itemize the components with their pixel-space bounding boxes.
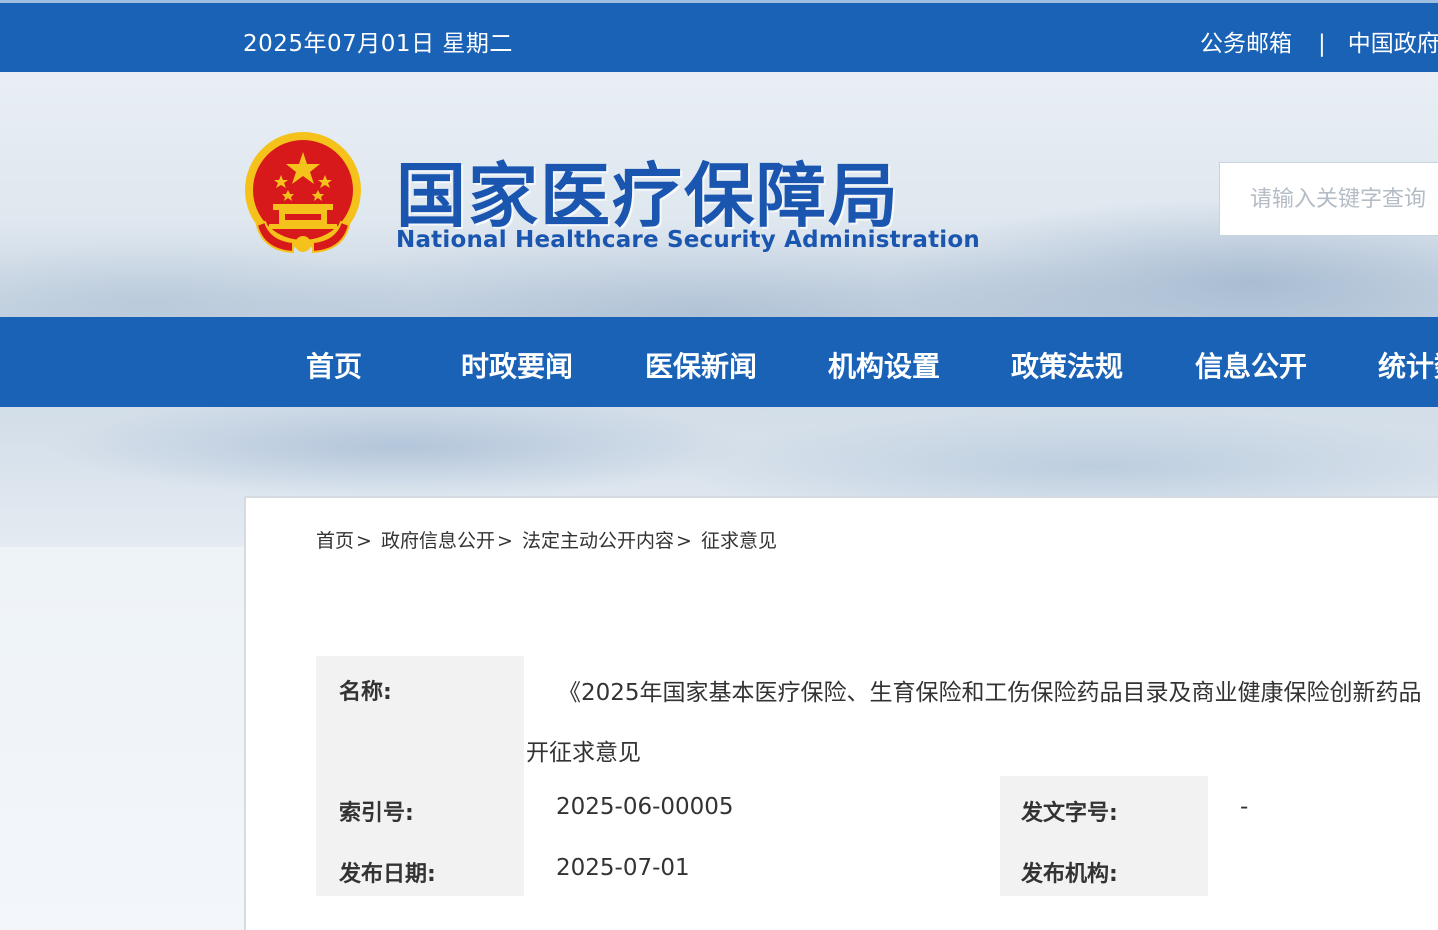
top-links: 公务邮箱 | 中国政府: [1200, 24, 1438, 58]
breadcrumb-separator: >: [497, 530, 513, 552]
site-header: 国家医疗保障局 National Healthcare Security Adm…: [0, 72, 1438, 317]
nav-item-organization[interactable]: 机构设置: [828, 345, 940, 385]
doc-number-value: -: [1240, 794, 1249, 820]
nav-item-info-disclosure[interactable]: 信息公开: [1195, 345, 1307, 385]
mail-link[interactable]: 公务邮箱: [1200, 31, 1292, 57]
name-value-line2: 开征求意见: [526, 740, 641, 766]
site-subtitle: National Healthcare Security Administrat…: [396, 227, 980, 253]
nav-item-insurance-news[interactable]: 医保新闻: [645, 345, 757, 385]
index-label: 索引号:: [339, 801, 414, 826]
index-value: 2025-06-00005: [556, 794, 734, 820]
search-input[interactable]: [1219, 162, 1438, 236]
breadcrumb-gov-info[interactable]: 政府信息公开: [381, 530, 495, 552]
gov-link[interactable]: 中国政府: [1348, 31, 1438, 57]
breadcrumb-separator: >: [356, 530, 372, 552]
breadcrumb: 首页 > 政府信息公开 > 法定主动公开内容 > 征求意见: [316, 526, 777, 553]
breadcrumb-separator: >: [675, 530, 692, 552]
nav-item-home[interactable]: 首页: [306, 345, 362, 385]
main-nav: 首页 时政要闻 医保新闻 机构设置 政策法规 信息公开 统计数: [0, 317, 1438, 407]
current-date: 2025年07月01日 星期二: [243, 31, 513, 57]
top-link-separator: |: [1318, 31, 1326, 57]
nav-item-policies[interactable]: 政策法规: [1011, 345, 1123, 385]
breadcrumb-home[interactable]: 首页: [316, 530, 354, 552]
publish-date-value: 2025-07-01: [556, 855, 690, 881]
publisher-label: 发布机构:: [1021, 862, 1118, 887]
name-label: 名称:: [339, 680, 392, 705]
doc-number-label: 发文字号:: [1021, 801, 1118, 826]
site-title: 国家医疗保障局: [396, 154, 900, 237]
name-value-line1: 《2025年国家基本医疗保险、生育保险和工伤保险药品目录及商业健康保险创新药品: [558, 680, 1422, 706]
top-bar: 2025年07月01日 星期二 公务邮箱 | 中国政府: [0, 0, 1438, 72]
content-panel: 首页 > 政府信息公开 > 法定主动公开内容 > 征求意见 名称: 《2025年国家基…: [244, 496, 1438, 930]
national-emblem-icon: [245, 132, 361, 254]
breadcrumb-statutory[interactable]: 法定主动公开内容: [522, 530, 674, 552]
nav-item-politics-news[interactable]: 时政要闻: [461, 345, 573, 385]
breadcrumb-consultation[interactable]: 征求意见: [701, 530, 777, 552]
publish-date-label: 发布日期:: [339, 862, 436, 887]
nav-item-statistics[interactable]: 统计数: [1378, 345, 1438, 385]
